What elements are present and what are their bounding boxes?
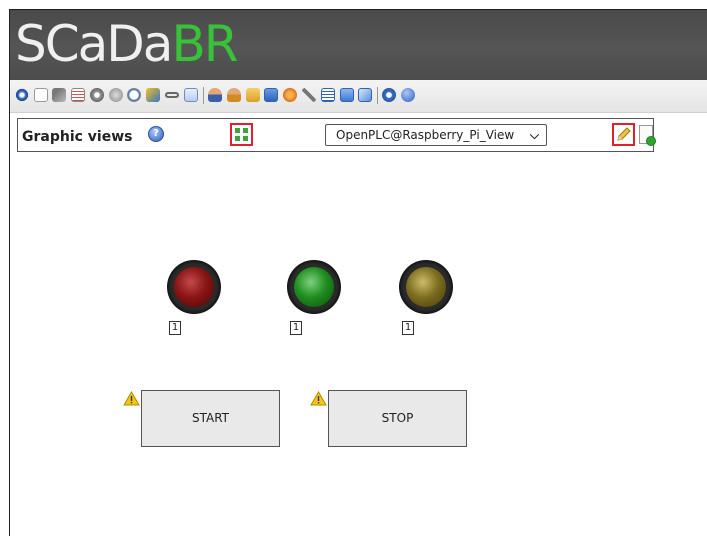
start-button[interactable]: START bbox=[141, 390, 280, 447]
watch-list-icon[interactable] bbox=[15, 88, 29, 102]
lamp-core bbox=[174, 267, 214, 307]
chevron-down-icon: ⌵ bbox=[529, 128, 539, 142]
view-select[interactable]: OpenPLC@Raspberry_Pi_View ⌵ bbox=[325, 124, 547, 146]
chart-icon[interactable] bbox=[184, 88, 198, 102]
indicator-lamp-green bbox=[287, 260, 341, 314]
fullscreen-button[interactable] bbox=[230, 123, 253, 146]
add-view-button[interactable] bbox=[639, 125, 656, 146]
lamp-value-label: 1 bbox=[290, 321, 302, 335]
indicator-lamp-olive bbox=[399, 260, 453, 314]
memo-icon[interactable] bbox=[264, 88, 278, 102]
settings-gear-icon[interactable] bbox=[90, 88, 104, 102]
image-icon[interactable] bbox=[340, 88, 354, 102]
expand-arrow-icon bbox=[235, 128, 240, 133]
text-editor-icon[interactable] bbox=[321, 88, 335, 102]
new-document-icon[interactable] bbox=[34, 88, 48, 102]
expand-arrow-icon bbox=[235, 136, 240, 141]
logo-text-br: BR bbox=[171, 15, 238, 73]
main-toolbar bbox=[10, 80, 707, 113]
tools-icon[interactable] bbox=[302, 88, 316, 102]
users-icon[interactable] bbox=[227, 88, 241, 102]
header-bar: SCaDaBR bbox=[10, 10, 707, 80]
page-title: Graphic views bbox=[22, 129, 133, 145]
flag-icon[interactable] bbox=[52, 88, 66, 102]
lamp-value-label: 1 bbox=[169, 321, 181, 335]
lamp-core bbox=[406, 267, 446, 307]
help-icon[interactable]: ? bbox=[148, 126, 164, 142]
bell-icon[interactable] bbox=[146, 88, 160, 102]
logo-text-scada: SCaDa bbox=[15, 15, 173, 73]
warning-icon bbox=[123, 391, 140, 406]
report-icon[interactable] bbox=[71, 88, 85, 102]
lamp-value-label: 1 bbox=[402, 321, 414, 335]
datasource-icon[interactable] bbox=[109, 88, 123, 102]
folder-icon[interactable] bbox=[246, 88, 260, 102]
help-icon[interactable] bbox=[401, 88, 415, 102]
view-select-value: OpenPLC@Raspberry_Pi_View bbox=[336, 128, 515, 142]
edit-view-button[interactable] bbox=[612, 123, 635, 146]
clock-icon[interactable] bbox=[127, 88, 141, 102]
expand-arrow-icon bbox=[243, 136, 248, 141]
radio-icon[interactable] bbox=[283, 88, 297, 102]
expand-arrow-icon bbox=[243, 128, 248, 133]
app-frame: SCaDaBR Graphic views ? OpenPLC@Raspberr… bbox=[9, 9, 707, 536]
chain-link-icon[interactable] bbox=[165, 92, 179, 98]
toolbar-separator bbox=[203, 87, 204, 104]
warning-icon bbox=[310, 391, 327, 406]
stop-button[interactable]: STOP bbox=[328, 390, 467, 447]
graphic-views-panel: Graphic views ? OpenPLC@Raspberry_Pi_Vie… bbox=[17, 118, 656, 152]
lamp-core bbox=[294, 267, 334, 307]
toolbar-separator bbox=[377, 87, 378, 104]
document-icon[interactable] bbox=[358, 88, 372, 102]
pencil-icon bbox=[617, 127, 631, 141]
user-icon[interactable] bbox=[208, 88, 222, 102]
indicator-lamp-red bbox=[167, 260, 221, 314]
stop-icon[interactable] bbox=[382, 88, 396, 102]
scadabr-logo: SCaDaBR bbox=[15, 14, 238, 74]
add-icon bbox=[646, 136, 656, 146]
